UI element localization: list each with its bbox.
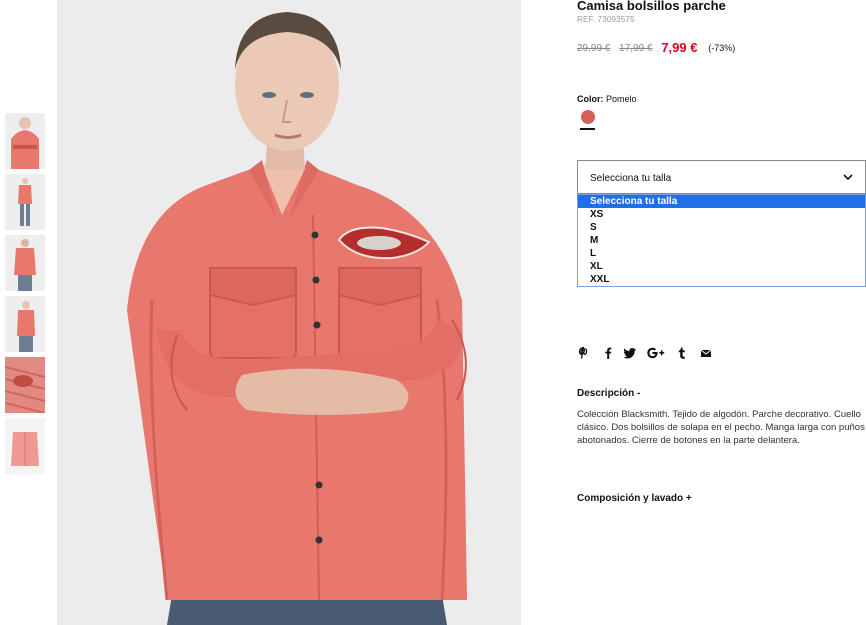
- product-ref: REF. 73093575: [577, 15, 635, 24]
- product-page: Camisa bolsillos parche REF. 73093575 29…: [0, 0, 866, 625]
- thumbnail-5[interactable]: [5, 357, 45, 413]
- thumbnail-1[interactable]: [5, 113, 45, 169]
- size-option-l[interactable]: L: [578, 247, 865, 260]
- discount-badge: (-73%): [708, 43, 736, 53]
- thumbnail-3[interactable]: [5, 235, 45, 291]
- facebook-icon[interactable]: [601, 346, 615, 360]
- chevron-down-icon: [843, 174, 853, 181]
- color-swatch-pomelo[interactable]: [581, 110, 595, 124]
- email-icon[interactable]: [699, 346, 713, 360]
- thumbnail-2[interactable]: [5, 174, 45, 230]
- description-text: Colección Blacksmith. Tejido de algodón.…: [577, 409, 865, 446]
- google-plus-icon[interactable]: [647, 346, 665, 360]
- color-label: Color:: [577, 94, 604, 104]
- size-select[interactable]: Selecciona tu talla: [577, 160, 866, 194]
- size-option-xl[interactable]: XL: [578, 260, 865, 273]
- price-previous: 17,99 €: [619, 43, 653, 54]
- thumbnail-4[interactable]: [5, 296, 45, 352]
- size-option-m[interactable]: M: [578, 234, 865, 247]
- price-current: 7,99 €: [661, 40, 698, 55]
- size-option-xxl[interactable]: XXL: [578, 273, 865, 286]
- product-title: Camisa bolsillos parche: [577, 0, 726, 13]
- pinterest-icon[interactable]: [577, 346, 591, 360]
- size-option-s[interactable]: S: [578, 221, 865, 234]
- price-original: 29,99 €: [577, 43, 611, 54]
- description-toggle[interactable]: Descripción -: [577, 388, 640, 399]
- thumbnail-6[interactable]: [5, 418, 45, 474]
- color-label-row: Color: Pomelo: [577, 94, 637, 104]
- size-option-placeholder[interactable]: Selecciona tu talla: [578, 195, 865, 208]
- thumbnail-list: [5, 113, 45, 479]
- size-select-label: Selecciona tu talla: [590, 173, 672, 184]
- price-row: 29,99 € 17,99 € 7,99 € (-73%): [577, 39, 736, 55]
- twitter-icon[interactable]: [623, 346, 637, 360]
- product-main-image[interactable]: [57, 0, 521, 625]
- color-value: Pomelo: [606, 94, 637, 104]
- size-option-xs[interactable]: XS: [578, 208, 865, 221]
- composition-toggle[interactable]: Composición y lavado +: [577, 493, 692, 504]
- size-dropdown: Selecciona tu talla XS S M L XL XXL: [577, 194, 866, 287]
- tumblr-icon[interactable]: [675, 346, 689, 360]
- swatch-selected-indicator: [580, 128, 595, 130]
